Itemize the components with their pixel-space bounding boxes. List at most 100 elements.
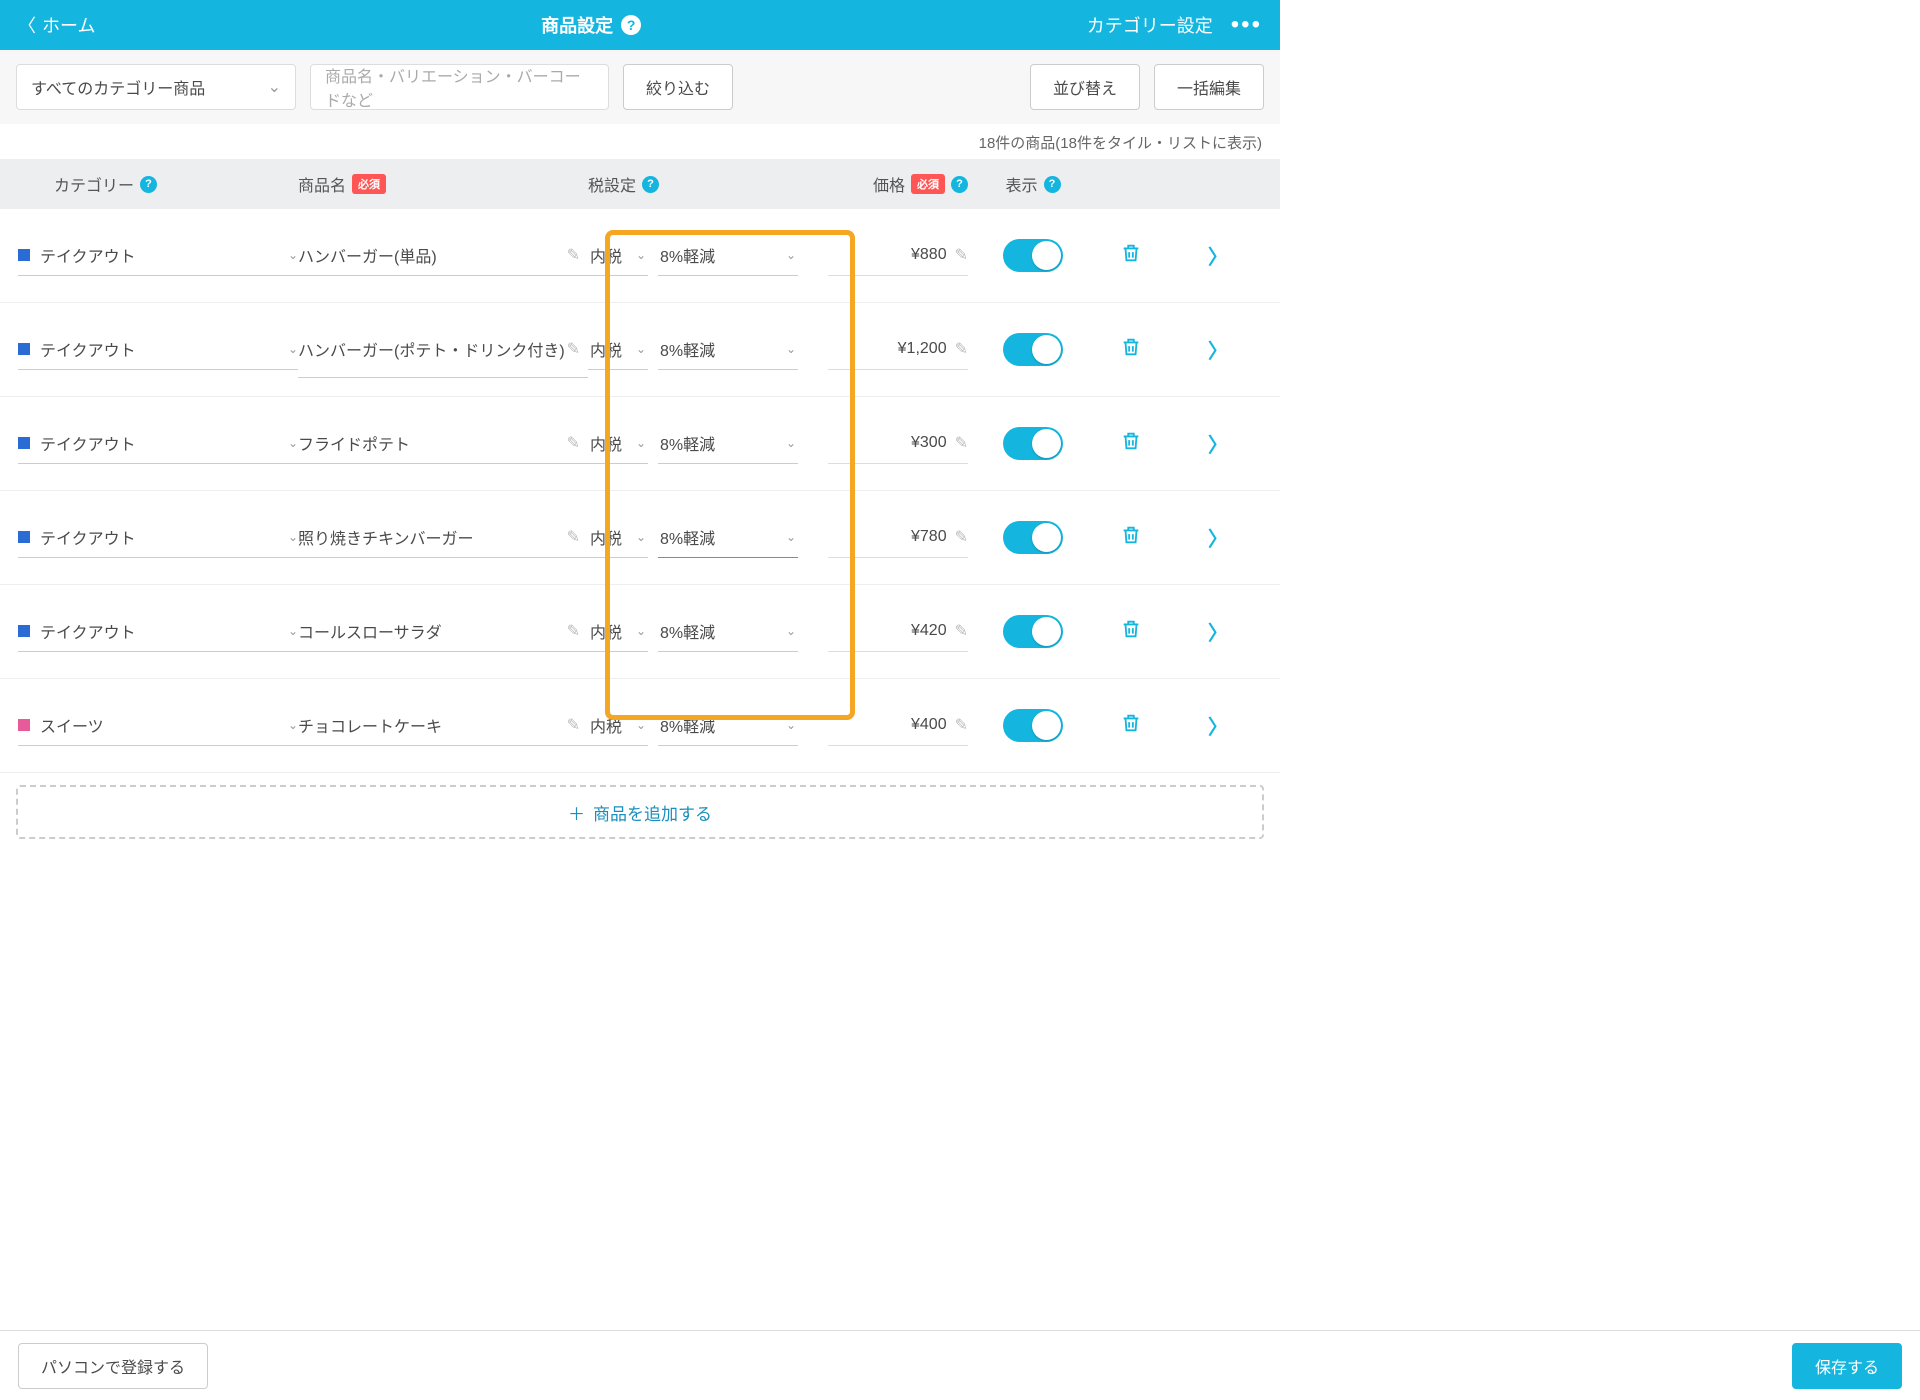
tax-type-select[interactable]: 内税⌄ [588, 424, 648, 464]
add-product-button[interactable]: ＋ 商品を追加する [16, 785, 1264, 839]
more-icon[interactable]: ••• [1231, 11, 1262, 39]
chevron-down-icon: ⌄ [288, 342, 298, 356]
table-row: テイクアウト ⌄照り焼きチキンバーガー✎内税⌄8%軽減⌄ ¥780✎ 〉 [0, 491, 1280, 585]
category-select[interactable]: テイクアウト⌄ [18, 330, 298, 370]
price-input[interactable]: ¥880✎ [828, 236, 968, 276]
tax-cell: 内税⌄8%軽減⌄ [588, 612, 828, 652]
display-toggle[interactable] [1003, 239, 1063, 272]
trash-icon[interactable] [1120, 430, 1142, 457]
category-filter-label: すべてのカテゴリー商品 [31, 75, 205, 99]
display-toggle[interactable] [1003, 333, 1063, 366]
help-icon[interactable]: ? [140, 176, 157, 193]
tax-type-select[interactable]: 内税⌄ [588, 236, 648, 276]
table-row: テイクアウト⌄フライドポテト✎内税⌄8%軽減⌄¥300✎〉 [0, 397, 1280, 491]
product-name-input[interactable]: 照り焼きチキンバーガー✎ [298, 518, 588, 558]
col-display: 表示 [1005, 172, 1037, 196]
product-name-input[interactable]: ハンバーガー(単品)✎ [298, 236, 588, 276]
product-name-text: フライドポテト [298, 431, 567, 455]
tax-cell: 内税⌄8%軽減⌄ [588, 424, 828, 464]
trash-icon[interactable] [1120, 712, 1142, 739]
tax-type-select[interactable]: 内税⌄ [588, 330, 648, 370]
product-name-input[interactable]: ハンバーガー(ポテト・ドリンク付き)✎ [298, 322, 588, 378]
chevron-down-icon: ⌄ [786, 436, 796, 450]
chevron-down-icon: ⌄ [636, 624, 646, 638]
tax-rate-select[interactable]: 8%軽減⌄ [658, 706, 798, 746]
tax-cell: 内税⌄8%軽減⌄ [588, 236, 828, 276]
chevron-right-icon[interactable]: 〉 [1208, 335, 1228, 364]
category-select[interactable]: テイクアウト ⌄ [18, 518, 298, 558]
category-settings-link[interactable]: カテゴリー設定 [1087, 12, 1213, 38]
item-count: 18件の商品(18件をタイル・リストに表示) [0, 124, 1280, 159]
price-value: ¥300 [911, 434, 947, 452]
sort-button[interactable]: 並び替え [1030, 64, 1140, 110]
product-name-input[interactable]: コールスローサラダ✎ [298, 612, 588, 652]
pencil-icon: ✎ [567, 339, 580, 359]
save-button[interactable]: 保存する [1792, 1343, 1902, 1389]
tax-rate-select[interactable]: 8%軽減⌄ [658, 236, 798, 276]
tax-rate-select[interactable]: 8%軽減⌄ [658, 330, 798, 370]
help-icon[interactable]: ? [621, 15, 641, 35]
display-toggle[interactable] [1003, 521, 1063, 554]
chevron-down-icon: ⌄ [268, 77, 281, 97]
display-toggle[interactable] [1003, 709, 1063, 742]
page-title: 商品設定 ? [541, 12, 641, 38]
price-value: ¥880 [911, 246, 947, 264]
product-name-text: チョコレートケーキ [298, 713, 567, 737]
chevron-left-icon: 〈 [18, 12, 36, 38]
price-input[interactable]: ¥1,200✎ [828, 330, 968, 370]
pencil-icon: ✎ [567, 527, 580, 547]
chevron-down-icon: ⌄ [288, 624, 298, 638]
plus-icon: ＋ [568, 800, 585, 825]
tax-type-select[interactable]: 内税⌄ [588, 612, 648, 652]
category-select[interactable]: スイーツ⌄ [18, 706, 298, 746]
bulk-edit-button[interactable]: 一括編集 [1154, 64, 1264, 110]
col-category: カテゴリー [54, 172, 134, 196]
category-select[interactable]: テイクアウト⌄ [18, 236, 298, 276]
tax-type-select[interactable]: 内税⌄ [588, 706, 648, 746]
category-color-icon [18, 625, 30, 637]
tax-cell: 内税⌄8%軽減⌄ [588, 706, 828, 746]
category-label: テイクアウト [40, 525, 278, 549]
filter-button[interactable]: 絞り込む [623, 64, 733, 110]
chevron-down-icon: ⌄ [786, 718, 796, 732]
product-name-text: ハンバーガー(単品) [298, 243, 567, 267]
chevron-down-icon: ⌄ [636, 718, 646, 732]
price-input[interactable]: ¥300✎ [828, 424, 968, 464]
help-icon[interactable]: ? [1044, 176, 1061, 193]
category-filter-select[interactable]: すべてのカテゴリー商品 ⌄ [16, 64, 296, 110]
chevron-right-icon[interactable]: 〉 [1208, 711, 1228, 740]
help-icon[interactable]: ? [642, 176, 659, 193]
tax-rate-select[interactable]: 8%軽減⌄ [658, 424, 798, 464]
category-label: スイーツ [40, 713, 278, 737]
chevron-down-icon: ⌄ [636, 342, 646, 356]
display-toggle[interactable] [1003, 427, 1063, 460]
category-select[interactable]: テイクアウト⌄ [18, 424, 298, 464]
category-select[interactable]: テイクアウト⌄ [18, 612, 298, 652]
tax-rate-select[interactable]: 8%軽減⌄ [658, 612, 798, 652]
category-label: テイクアウト [40, 431, 278, 455]
trash-icon[interactable] [1120, 242, 1142, 269]
chevron-down-icon: ⌄ [288, 530, 298, 544]
search-input[interactable]: 商品名・バリエーション・バーコードなど [310, 64, 609, 110]
chevron-right-icon[interactable]: 〉 [1208, 241, 1228, 270]
tax-rate-select[interactable]: 8%軽減⌄ [658, 518, 798, 558]
price-input[interactable]: ¥780✎ [828, 518, 968, 558]
pencil-icon: ✎ [955, 527, 968, 547]
chevron-down-icon: ⌄ [288, 248, 298, 262]
product-name-input[interactable]: フライドポテト✎ [298, 424, 588, 464]
chevron-right-icon[interactable]: 〉 [1208, 523, 1228, 552]
chevron-right-icon[interactable]: 〉 [1208, 617, 1228, 646]
register-on-pc-button[interactable]: パソコンで登録する [18, 1343, 208, 1389]
trash-icon[interactable] [1120, 524, 1142, 551]
trash-icon[interactable] [1120, 618, 1142, 645]
price-input[interactable]: ¥420✎ [828, 612, 968, 652]
price-input[interactable]: ¥400✎ [828, 706, 968, 746]
display-toggle[interactable] [1003, 615, 1063, 648]
trash-icon[interactable] [1120, 336, 1142, 363]
product-name-input[interactable]: チョコレートケーキ✎ [298, 706, 588, 746]
help-icon[interactable]: ? [951, 176, 968, 193]
back-button[interactable]: 〈 ホーム [18, 12, 95, 38]
chevron-right-icon[interactable]: 〉 [1208, 429, 1228, 458]
chevron-down-icon: ⌄ [786, 624, 796, 638]
tax-type-select[interactable]: 内税⌄ [588, 518, 648, 558]
